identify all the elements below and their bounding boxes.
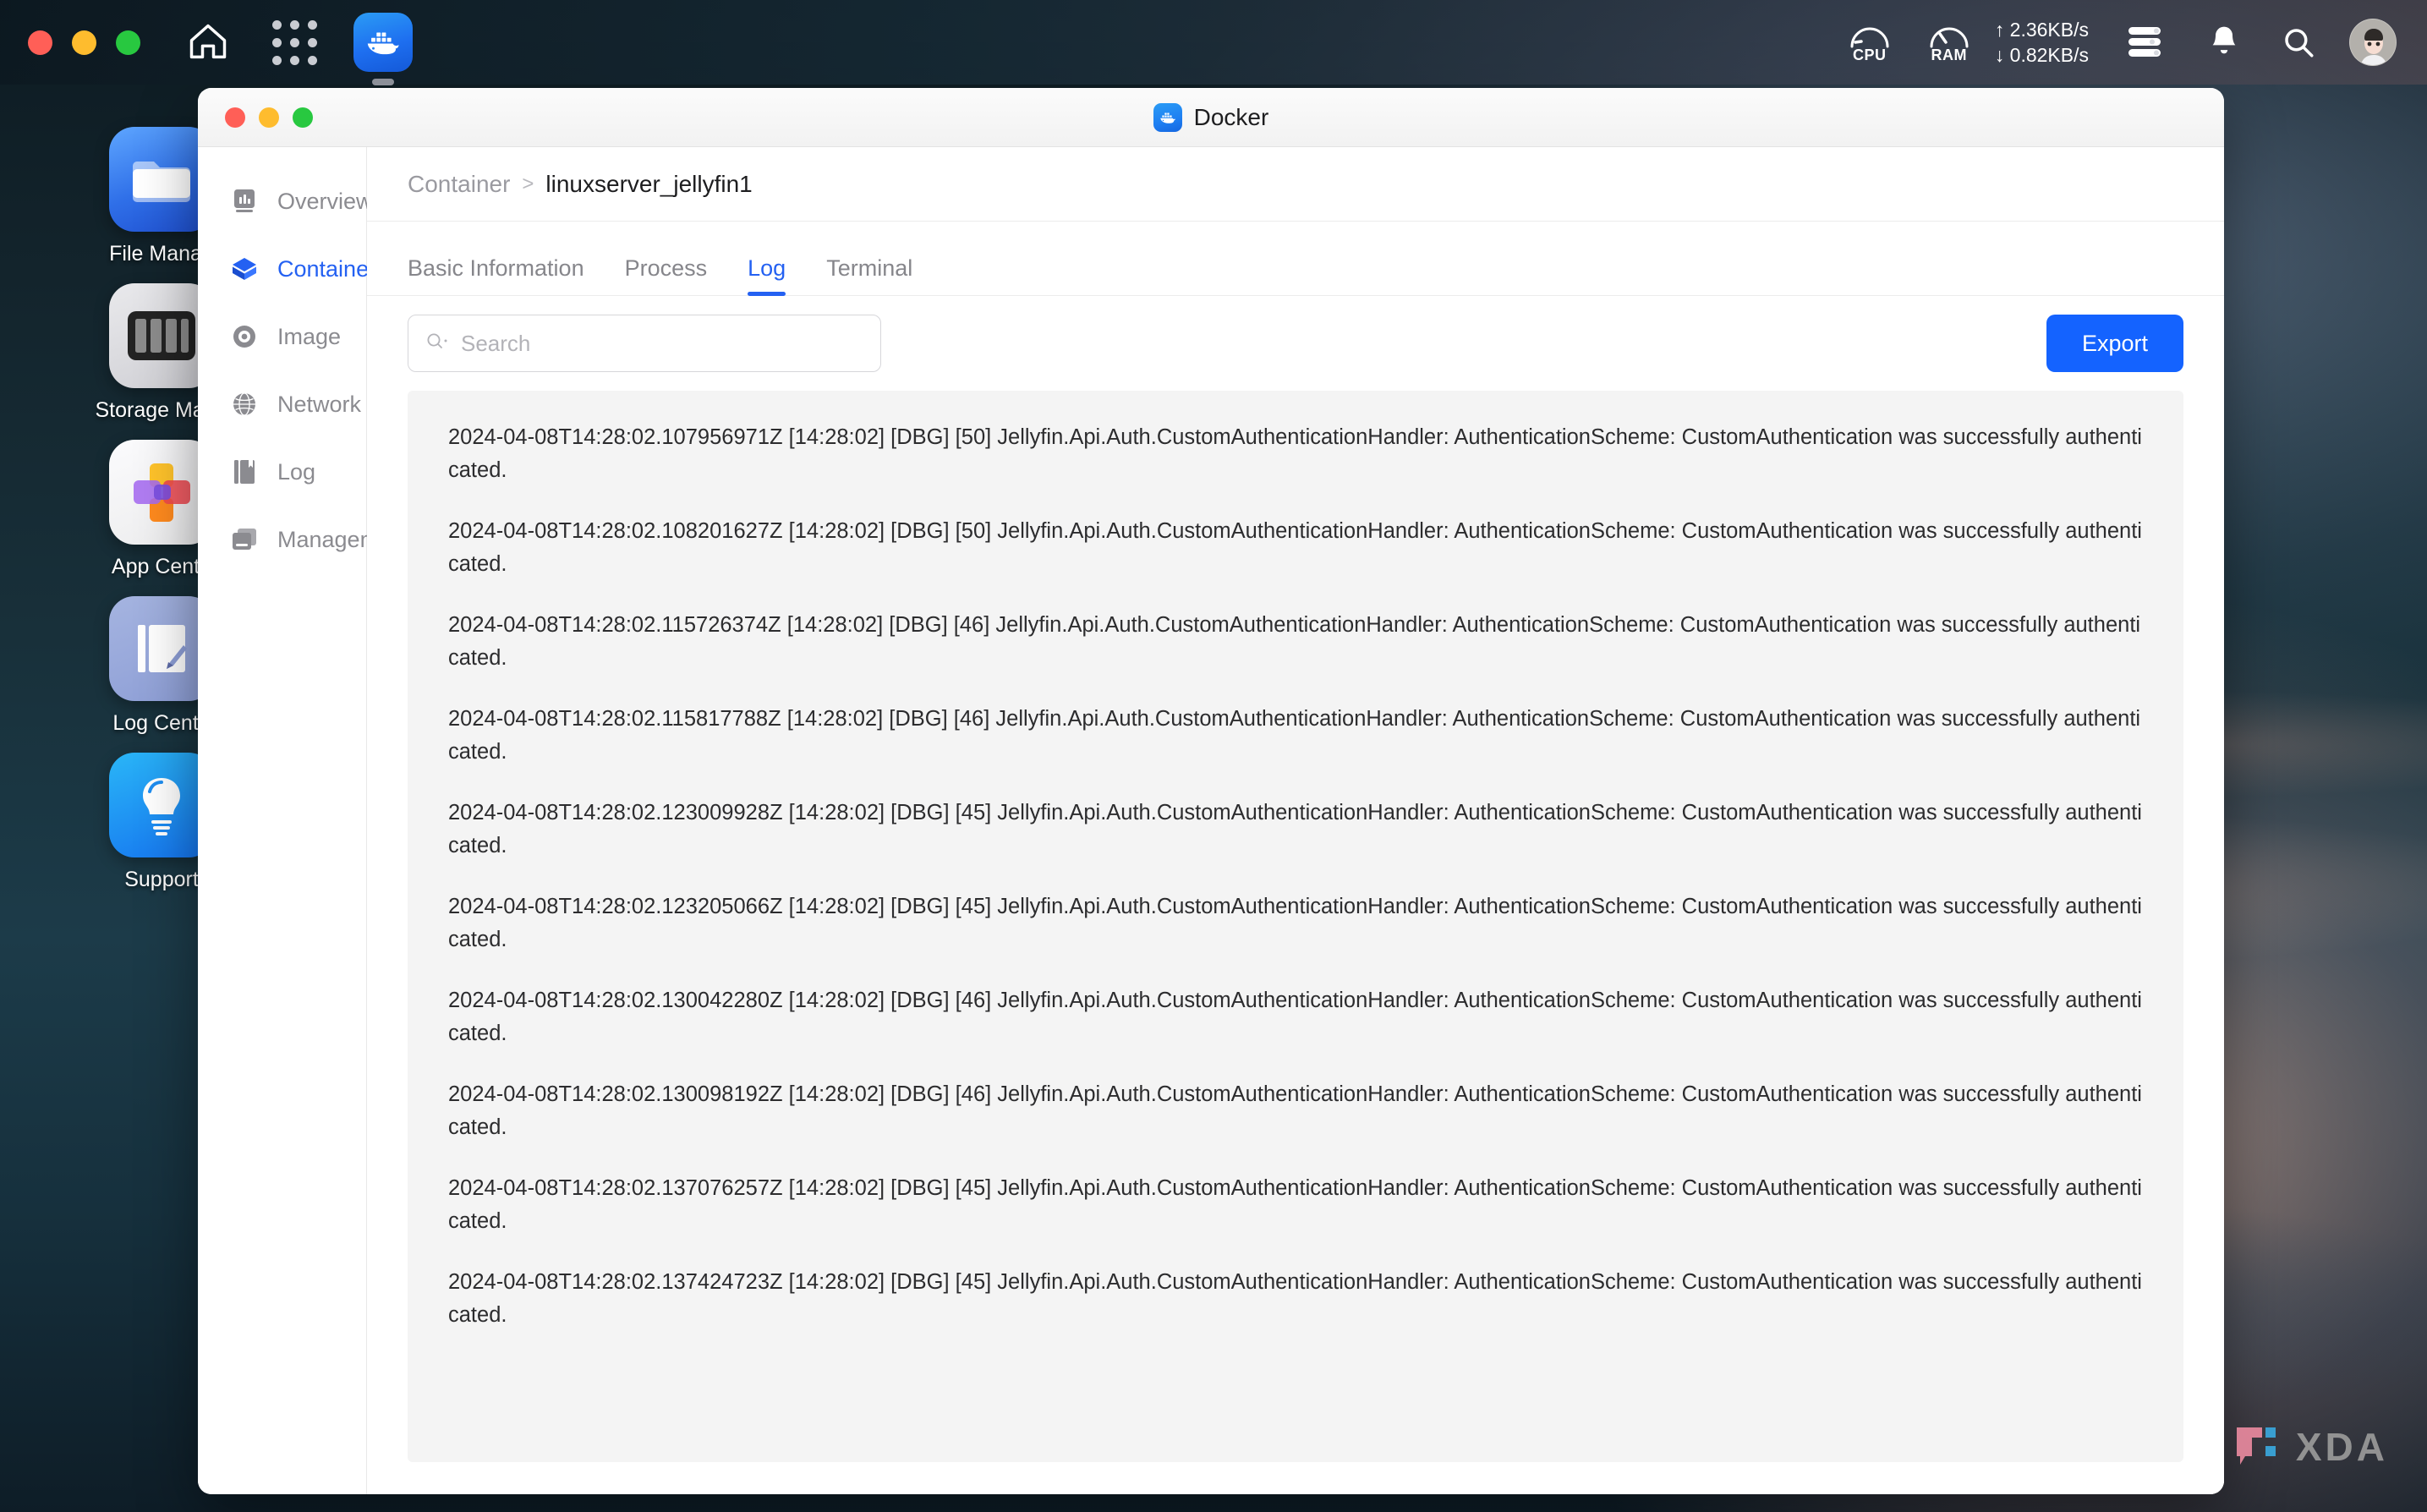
window-title-group: Docker — [198, 88, 2224, 146]
desktop-traffic-lights[interactable] — [28, 30, 140, 55]
log-line: 2024-04-08T14:28:02.123009928Z [14:28:02… — [448, 801, 2142, 857]
breadcrumb-root[interactable]: Container — [408, 171, 510, 198]
export-button[interactable]: Export — [2046, 315, 2183, 372]
window-close-icon[interactable] — [225, 107, 245, 128]
sidebar-item-label: Log — [277, 458, 316, 485]
sidebar-item-label: Network — [277, 391, 362, 417]
search-placeholder: Search — [461, 330, 531, 356]
server-stack-icon[interactable] — [2124, 19, 2172, 66]
breadcrumb-current: linuxserver_jellyfin1 — [545, 170, 753, 197]
sidebar-item-image[interactable]: Image — [198, 303, 366, 370]
content-pane: Container > linuxserver_jellyfin1 Basic … — [367, 147, 2224, 1494]
book-icon — [230, 457, 259, 486]
cpu-gauge[interactable]: CPU — [1843, 20, 1897, 64]
sidebar: Overview Container Image Network Log Man… — [198, 147, 411, 1494]
desktop: CPU RAM ↑ 2.36KB/s ↓ 0.82KB/s File Manag… — [0, 0, 2427, 1512]
dock-item-docker[interactable] — [353, 13, 413, 85]
log-line: 2024-04-08T14:28:02.107956971Z [14:28:02… — [448, 425, 2142, 482]
globe-icon — [230, 390, 259, 419]
window-traffic-lights[interactable] — [225, 107, 313, 128]
log-line: 2024-04-08T14:28:02.115817788Z [14:28:02… — [448, 707, 2141, 764]
window-titlebar[interactable]: Docker — [198, 88, 2224, 147]
sidebar-item-label: Image — [277, 323, 342, 349]
search-input[interactable]: Search — [408, 315, 881, 372]
docker-app-window: Docker Overview Container Image Network … — [198, 88, 2224, 1494]
window-maximize-icon[interactable] — [293, 107, 313, 128]
top-menubar: CPU RAM ↑ 2.36KB/s ↓ 0.82KB/s — [0, 0, 2427, 85]
log-line: 2024-04-08T14:28:02.108201627Z [14:28:02… — [448, 519, 2142, 576]
docker-whale-icon — [1153, 102, 1182, 132]
log-panel-bottom-spacer — [367, 1462, 2224, 1494]
sidebar-item-management[interactable]: Management — [198, 506, 411, 573]
search-dropdown-icon[interactable] — [425, 331, 451, 357]
home-icon[interactable] — [181, 15, 235, 69]
network-rate-indicator: ↑ 2.36KB/s ↓ 0.82KB/s — [1995, 17, 2089, 68]
log-line: 2024-04-08T14:28:02.137076257Z [14:28:02… — [448, 1176, 2142, 1233]
cpu-label: CPU — [1853, 47, 1887, 63]
sidebar-item-container[interactable]: Container — [198, 235, 376, 303]
tab-basic-information[interactable]: Basic Information — [408, 255, 584, 295]
breadcrumb-separator: > — [522, 172, 534, 195]
ram-label: RAM — [1931, 47, 1968, 63]
log-line: 2024-04-08T14:28:02.137424723Z [14:28:02… — [448, 1270, 2142, 1327]
window-stack-icon — [230, 525, 259, 554]
log-line: 2024-04-08T14:28:02.115726374Z [14:28:02… — [448, 613, 2141, 670]
search-icon[interactable] — [2276, 20, 2320, 64]
minimize-icon[interactable] — [72, 30, 96, 55]
window-title: Docker — [1193, 103, 1269, 130]
log-line: 2024-04-08T14:28:02.130042280Z [14:28:02… — [448, 989, 2142, 1045]
download-rate: ↓ 0.82KB/s — [1994, 44, 2089, 66]
container-box-icon — [230, 255, 259, 283]
xda-logo-icon — [2236, 1427, 2276, 1465]
log-toolbar: Search Export — [367, 296, 2224, 391]
breadcrumb: Container > linuxserver_jellyfin1 — [367, 147, 2224, 222]
disc-icon — [230, 322, 259, 351]
docker-whale-icon — [353, 13, 413, 72]
log-line: 2024-04-08T14:28:02.123205066Z [14:28:02… — [448, 895, 2142, 951]
system-tray: CPU RAM ↑ 2.36KB/s ↓ 0.82KB/s — [1817, 17, 2427, 68]
avatar[interactable] — [2349, 19, 2397, 66]
sidebar-item-log[interactable]: Log — [198, 438, 366, 506]
tab-log[interactable]: Log — [748, 255, 786, 296]
upload-rate: ↑ 2.36KB/s — [1994, 19, 2089, 41]
window-minimize-icon[interactable] — [259, 107, 279, 128]
notification-bell-icon[interactable] — [2202, 20, 2246, 64]
log-line: 2024-04-08T14:28:02.130098192Z [14:28:02… — [448, 1082, 2142, 1139]
app-grid-icon[interactable] — [267, 15, 321, 69]
log-output-panel[interactable]: 2024-04-08T14:28:02.107956971Z [14:28:02… — [408, 391, 2183, 1462]
tab-process[interactable]: Process — [625, 255, 708, 295]
sidebar-item-label: Container — [277, 255, 377, 282]
tab-bar: Basic Information Process Log Terminal — [367, 222, 2224, 296]
ram-gauge[interactable]: RAM — [1922, 20, 1976, 64]
close-icon[interactable] — [28, 30, 52, 55]
tab-terminal[interactable]: Terminal — [826, 255, 912, 295]
xda-watermark: XDA — [2232, 1422, 2388, 1471]
window-body: Overview Container Image Network Log Man… — [198, 147, 2224, 1494]
app-running-indicator — [372, 79, 394, 85]
sidebar-item-network[interactable]: Network — [198, 370, 366, 438]
sidebar-item-overview[interactable]: Overview — [198, 167, 373, 235]
maximize-icon[interactable] — [116, 30, 140, 55]
xda-watermark-text: XDA — [2295, 1425, 2388, 1469]
chart-panel-icon — [230, 187, 259, 216]
sidebar-item-label: Overview — [277, 188, 373, 214]
